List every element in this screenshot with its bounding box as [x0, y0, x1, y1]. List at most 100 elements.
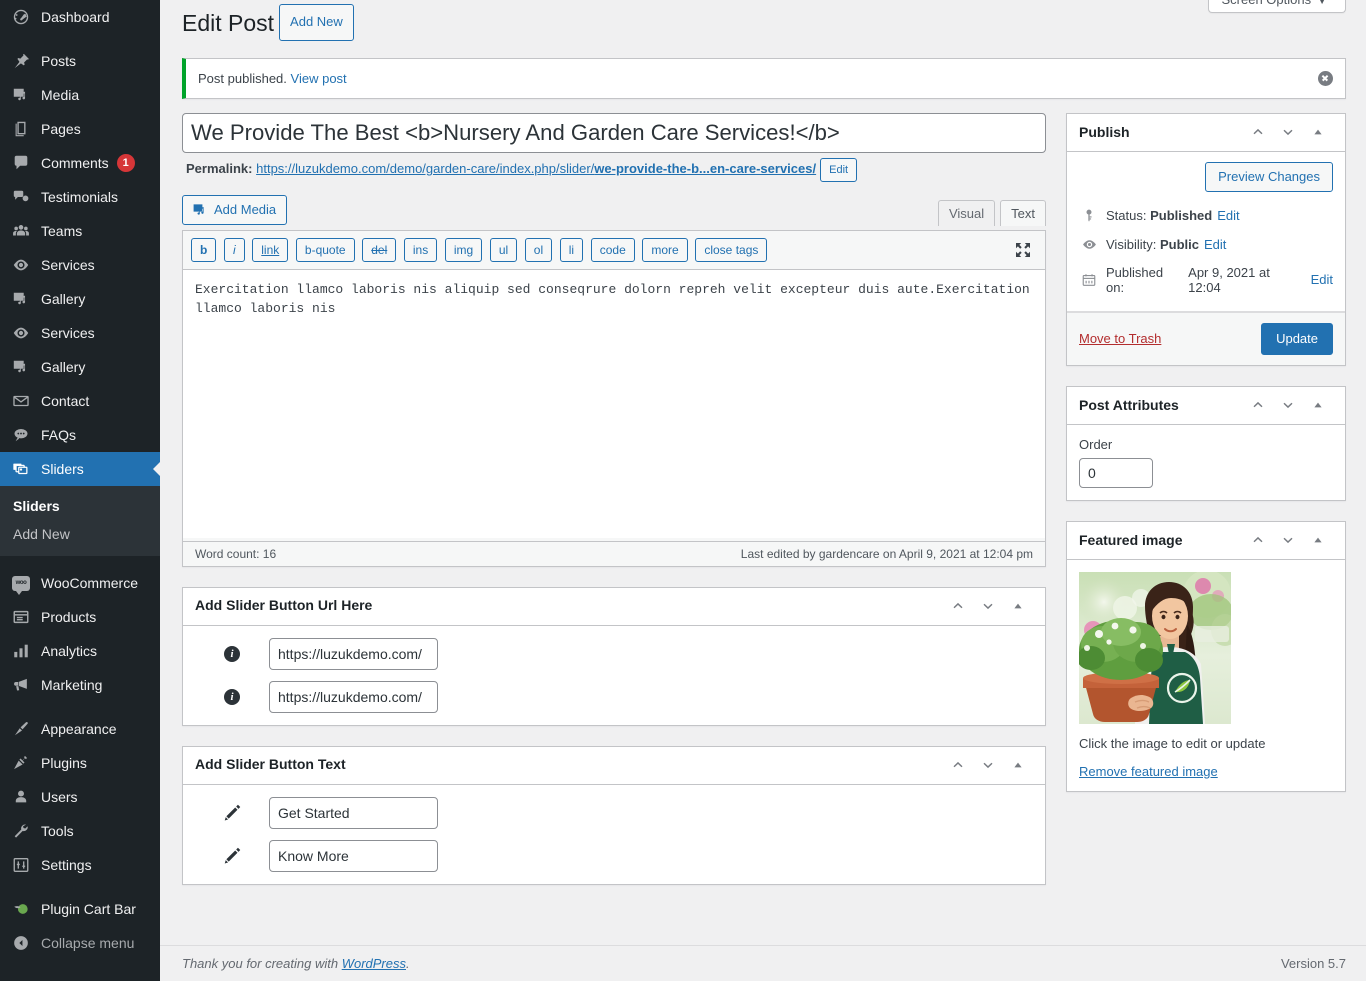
- wordpress-link[interactable]: WordPress: [342, 956, 406, 971]
- qt-button-del[interactable]: del: [362, 237, 397, 262]
- sidebar-label: Media: [41, 87, 80, 103]
- qt-button-ol[interactable]: ol: [524, 237, 553, 262]
- fullscreen-icon[interactable]: [1013, 240, 1035, 262]
- editor-tabs: Visual Text: [933, 195, 1046, 226]
- slider-text-input-1[interactable]: [269, 796, 438, 829]
- sidebar-label: Pages: [41, 121, 81, 137]
- visibility-value: Public: [1159, 236, 1199, 252]
- triangle-up-icon[interactable]: [1303, 390, 1333, 420]
- post-content-textarea[interactable]: Exercitation llamco laboris nis aliquip …: [183, 269, 1045, 538]
- preview-changes-button[interactable]: Preview Changes: [1205, 161, 1333, 192]
- sidebar-item-tools[interactable]: Tools: [0, 814, 160, 848]
- triangle-up-icon[interactable]: [1003, 591, 1033, 621]
- sidebar-item-appearance[interactable]: Appearance: [0, 712, 160, 746]
- featured-image-thumbnail[interactable]: [1079, 571, 1231, 724]
- info-icon: i: [195, 688, 269, 705]
- qt-button-ul[interactable]: ul: [489, 237, 518, 262]
- update-button[interactable]: Update: [1261, 322, 1333, 355]
- post-title-input[interactable]: [182, 112, 1046, 153]
- sidebar-item-services-2[interactable]: Services: [0, 316, 160, 350]
- chevron-down-icon[interactable]: [1273, 390, 1303, 420]
- permalink-link[interactable]: https://luzukdemo.com/demo/garden-care/i…: [256, 161, 816, 176]
- sidebar-item-woocommerce[interactable]: woo WooCommerce: [0, 566, 160, 600]
- tab-visual[interactable]: Visual: [937, 199, 996, 226]
- qt-button-i[interactable]: i: [223, 237, 245, 262]
- qt-button-ins[interactable]: ins: [403, 237, 438, 262]
- chevron-up-icon[interactable]: [943, 750, 973, 780]
- sidebar-label: Gallery: [41, 291, 86, 307]
- chevron-down-icon[interactable]: [973, 750, 1003, 780]
- qt-button-link[interactable]: link: [252, 237, 289, 262]
- sidebar-item-gallery-2[interactable]: Gallery: [0, 350, 160, 384]
- qt-button-b[interactable]: b: [191, 237, 217, 262]
- add-new-button[interactable]: Add New: [279, 4, 354, 41]
- dismiss-icon[interactable]: [1315, 68, 1335, 88]
- sidebar-item-products[interactable]: Products: [0, 600, 160, 634]
- slider-text-input-2[interactable]: [269, 839, 438, 872]
- chevron-up-icon[interactable]: [1243, 390, 1273, 420]
- sidebar-item-analytics[interactable]: Analytics: [0, 634, 160, 668]
- sidebar-item-contact[interactable]: Contact: [0, 384, 160, 418]
- permalink-row: Permalink: https://luzukdemo.com/demo/ga…: [182, 153, 1046, 182]
- post-body: Permalink: https://luzukdemo.com/demo/ga…: [182, 112, 1346, 885]
- slider-url-input-2[interactable]: [269, 680, 438, 713]
- sidebar-item-testimonials[interactable]: Testimonials: [0, 180, 160, 214]
- main-content-area: Screen Options ▼ Edit PostAdd New Post pu…: [160, 0, 1366, 981]
- sidebar-item-plugins[interactable]: Plugins: [0, 746, 160, 780]
- menu-order-input[interactable]: [1079, 457, 1153, 488]
- qt-button-more[interactable]: more: [642, 237, 688, 262]
- sidebar-item-marketing[interactable]: Marketing: [0, 668, 160, 702]
- triangle-up-icon[interactable]: [1303, 117, 1333, 147]
- view-post-link[interactable]: View post: [291, 71, 347, 86]
- tab-text[interactable]: Text: [1000, 199, 1046, 226]
- submenu-item-add-new[interactable]: Add New: [0, 520, 160, 548]
- chevron-up-icon[interactable]: [1243, 117, 1273, 147]
- triangle-up-icon[interactable]: [1003, 750, 1033, 780]
- eye-icon: [1079, 236, 1099, 253]
- metabox-header: Featured image: [1067, 522, 1345, 560]
- move-to-trash-link[interactable]: Move to Trash: [1079, 331, 1161, 346]
- metabox-handle-actions: [1243, 117, 1333, 147]
- qt-button-code[interactable]: code: [590, 237, 635, 262]
- edit-date-link[interactable]: Edit: [1311, 272, 1333, 287]
- sidebar-item-posts[interactable]: Posts: [0, 44, 160, 78]
- screen-options-button[interactable]: Screen Options ▼: [1208, 0, 1346, 13]
- chevron-down-icon[interactable]: [1273, 525, 1303, 555]
- sidebar-item-users[interactable]: Users: [0, 780, 160, 814]
- qt-button-li[interactable]: li: [559, 237, 584, 262]
- edit-status-link[interactable]: Edit: [1217, 208, 1239, 223]
- chevron-up-icon[interactable]: [1243, 525, 1273, 555]
- sidebar-item-sliders[interactable]: Sliders: [0, 452, 160, 486]
- last-edited: Last edited by gardencare on April 9, 20…: [740, 546, 1033, 561]
- collapse-menu-button[interactable]: Collapse menu: [0, 926, 160, 960]
- sidebar-item-comments[interactable]: Comments 1: [0, 146, 160, 180]
- chevron-up-icon[interactable]: [943, 591, 973, 621]
- sidebar-item-services-1[interactable]: Services: [0, 248, 160, 282]
- edit-visibility-link[interactable]: Edit: [1204, 237, 1226, 252]
- chevron-down-icon[interactable]: [1273, 117, 1303, 147]
- slider-url-input-1[interactable]: [269, 637, 438, 670]
- sidebar-item-settings[interactable]: Settings: [0, 848, 160, 882]
- media-icon: [10, 85, 32, 105]
- sidebar-item-gallery-1[interactable]: Gallery: [0, 282, 160, 316]
- triangle-up-icon[interactable]: [1303, 525, 1333, 555]
- pages-icon: [10, 119, 32, 139]
- qt-button-close-tags[interactable]: close tags: [695, 237, 768, 262]
- sliders-icon: [10, 459, 32, 479]
- sidebar-item-teams[interactable]: Teams: [0, 214, 160, 248]
- edit-permalink-button[interactable]: Edit: [820, 157, 858, 182]
- chevron-down-icon[interactable]: [973, 591, 1003, 621]
- submenu-item-sliders[interactable]: Sliders: [0, 492, 160, 520]
- qt-button-img[interactable]: img: [444, 237, 483, 262]
- publish-visibility-row: Visibility: Public Edit: [1079, 230, 1333, 259]
- sidebar-item-pages[interactable]: Pages: [0, 112, 160, 146]
- sidebar-item-dashboard[interactable]: Dashboard: [0, 0, 160, 34]
- post-status-info: Word count: 16 Last edited by gardencare…: [183, 540, 1045, 566]
- sidebar-item-media[interactable]: Media: [0, 78, 160, 112]
- sidebar-item-faqs[interactable]: FAQs: [0, 418, 160, 452]
- publish-date-row: Published on: Apr 9, 2021 at 12:04 Edit: [1079, 259, 1333, 301]
- add-media-button[interactable]: Add Media: [182, 194, 288, 225]
- sidebar-item-plugin-cart-bar[interactable]: Plugin Cart Bar: [0, 892, 160, 926]
- qt-button-b-quote[interactable]: b-quote: [295, 237, 355, 262]
- remove-featured-image-link[interactable]: Remove featured image: [1079, 764, 1218, 779]
